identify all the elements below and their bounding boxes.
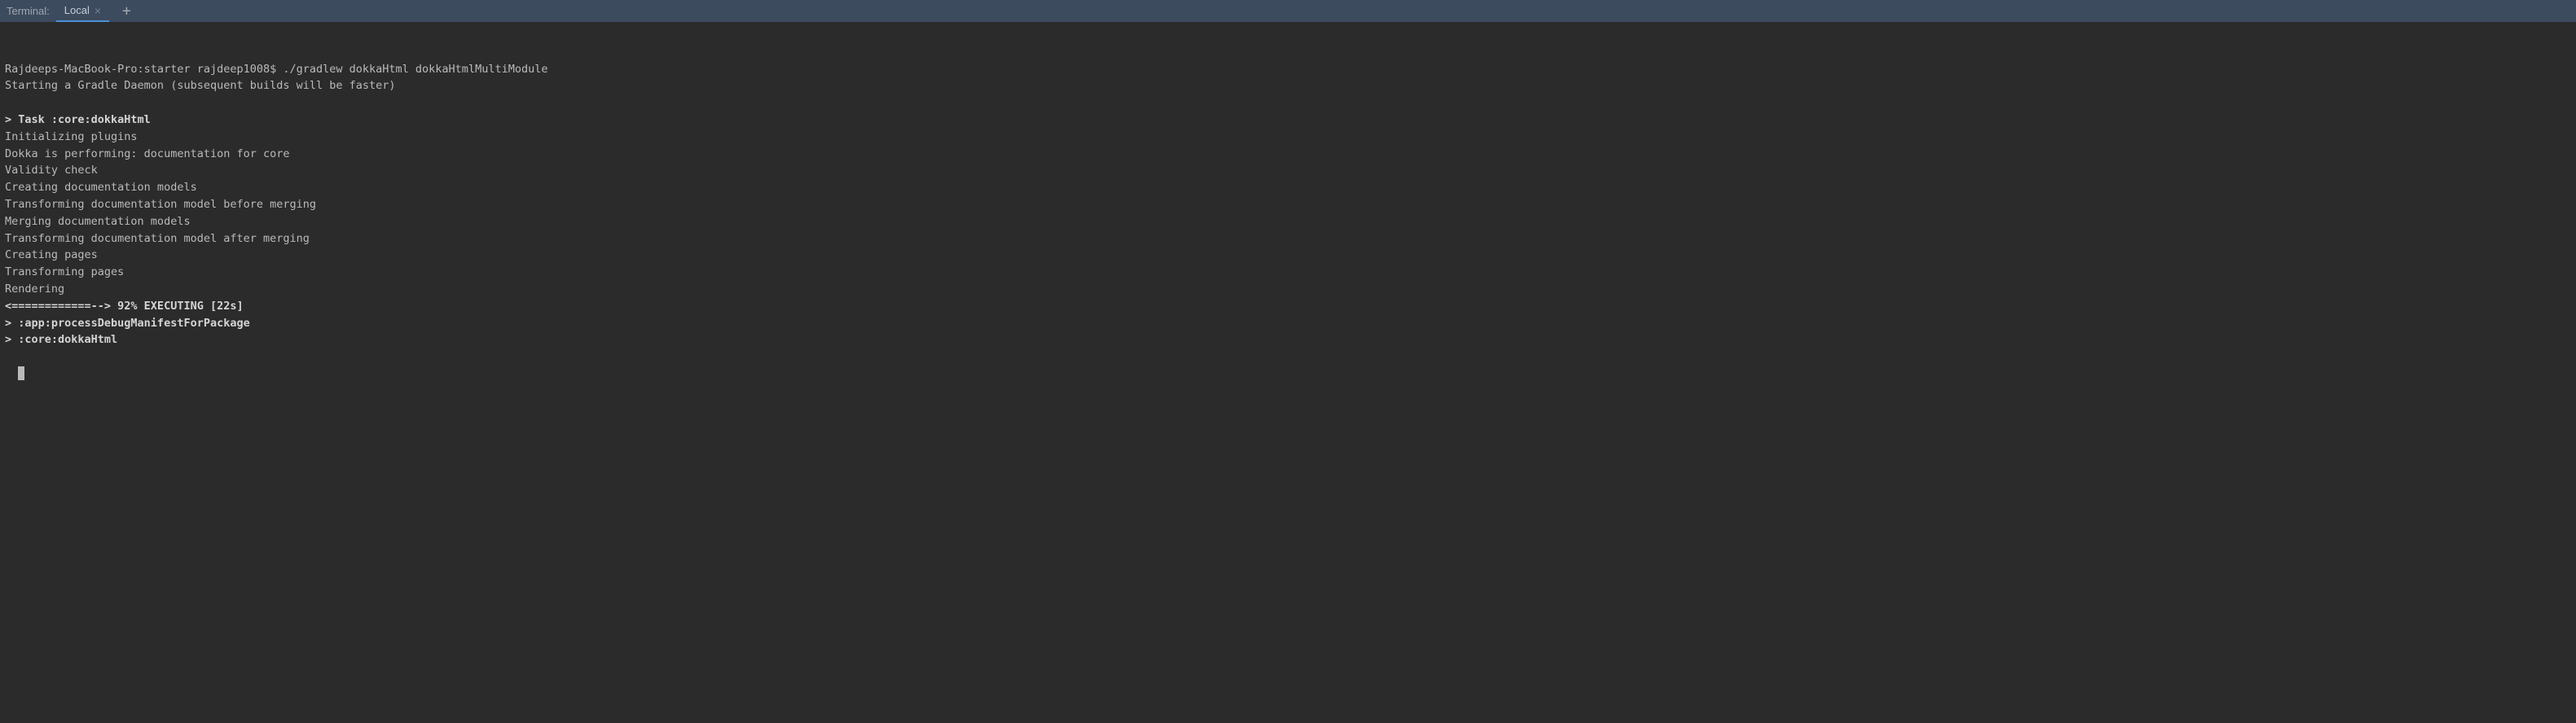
terminal-line: Transforming pages <box>5 264 2571 281</box>
terminal-line: Transforming documentation model after m… <box>5 230 2571 248</box>
terminal-line <box>5 94 2571 112</box>
terminal-line: Creating pages <box>5 247 2571 264</box>
terminal-line: <============--> 92% EXECUTING [22s] <box>5 298 2571 315</box>
terminal-line: Transforming documentation model before … <box>5 196 2571 213</box>
terminal-line: Starting a Gradle Daemon (subsequent bui… <box>5 77 2571 94</box>
terminal-output[interactable]: Rajdeeps-MacBook-Pro:starter rajdeep1008… <box>0 22 2576 388</box>
terminal-line: > :app:processDebugManifestForPackage <box>5 315 2571 332</box>
terminal-line: > :core:dokkaHtml <box>5 331 2571 348</box>
terminal-line: Rendering <box>5 281 2571 298</box>
terminal-line: Dokka is performing: documentation for c… <box>5 146 2571 163</box>
close-icon[interactable]: × <box>95 5 101 16</box>
terminal-header: Terminal: Local × + <box>0 0 2576 22</box>
terminal-line: Initializing plugins <box>5 129 2571 146</box>
tab-label: Local <box>64 4 90 16</box>
terminal-label: Terminal: <box>7 5 50 17</box>
terminal-cursor <box>18 366 24 380</box>
terminal-line: Creating documentation models <box>5 179 2571 196</box>
add-tab-button[interactable]: + <box>116 4 138 19</box>
terminal-line: > Task :core:dokkaHtml <box>5 112 2571 129</box>
terminal-line: Validity check <box>5 162 2571 179</box>
tab-local[interactable]: Local × <box>56 0 109 22</box>
terminal-line: Rajdeeps-MacBook-Pro:starter rajdeep1008… <box>5 61 2571 78</box>
terminal-line: Merging documentation models <box>5 213 2571 230</box>
